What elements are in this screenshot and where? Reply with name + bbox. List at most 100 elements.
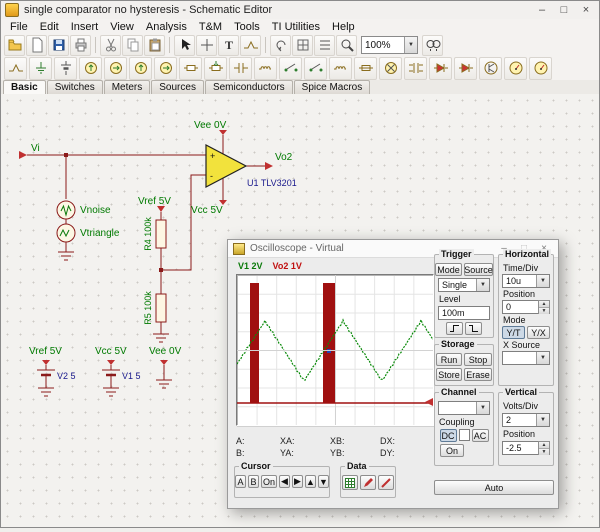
spin-up-icon[interactable]: ▲ [539,442,549,449]
trigger-mode-button[interactable]: Mode [435,263,462,276]
print-icon[interactable] [70,35,91,56]
erase-button[interactable]: Erase [464,368,492,381]
paste-icon[interactable] [144,35,165,56]
vo2-port[interactable]: Vo2 [265,152,293,170]
cursor-left-button[interactable]: ◀ [279,475,290,488]
channel-select[interactable]: ▼ [438,401,490,415]
menu-edit[interactable]: Edit [34,21,65,33]
run-button[interactable]: Run [436,353,462,366]
time-div-select[interactable]: 10u ▼ [502,274,550,288]
current-generator-icon[interactable] [154,57,177,80]
dropdown-arrow-icon[interactable]: ▼ [476,402,489,414]
r5-resistor[interactable]: R5 100k [143,291,166,325]
pushbutton-icon[interactable] [304,57,327,80]
voltage-source-icon[interactable] [79,57,102,80]
volts-div-select[interactable]: 2 ▼ [502,413,550,427]
vnoise-source[interactable]: Vnoise [57,201,111,219]
edit-data-button[interactable] [360,475,376,490]
text-icon[interactable]: T [218,35,239,56]
tab-spice-macros[interactable]: Spice Macros [294,80,371,94]
potentiometer-icon[interactable] [204,57,227,80]
oscilloscope-window[interactable]: Oscilloscope - Virtual – □ × V1 2V Vo2 1… [227,239,559,509]
menu-tools[interactable]: Tools [228,21,266,33]
diode-icon[interactable] [429,57,452,80]
save-icon[interactable] [48,35,69,56]
dropdown-arrow-icon[interactable]: ▼ [476,279,489,291]
export-data-button[interactable] [342,475,358,490]
menu-analysis[interactable]: Analysis [140,21,193,33]
vcc-rail[interactable]: Vcc 5V V1 5 [95,346,141,396]
relay-icon[interactable] [329,57,352,80]
cursor-a-button[interactable]: A [235,475,246,488]
copy-icon[interactable] [122,35,143,56]
menu-tm[interactable]: T&M [193,21,228,33]
cut-icon[interactable] [100,35,121,56]
voltmeter-icon[interactable] [504,57,527,80]
auto-button[interactable]: Auto [434,480,554,495]
vref-port[interactable]: Vref 5V [138,196,171,212]
divider-ground[interactable] [153,334,169,342]
ground-icon[interactable] [29,57,52,80]
yx-mode-button[interactable]: Y/X [527,326,550,339]
menu-insert[interactable]: Insert [65,21,105,33]
dropdown-arrow-icon[interactable]: ▼ [404,37,417,53]
scope-screen[interactable] [236,274,434,426]
stop-button[interactable]: Stop [464,353,492,366]
tab-basic[interactable]: Basic [3,80,46,94]
resistor-icon[interactable] [179,57,202,80]
menu-file[interactable]: File [4,21,34,33]
spin-down-icon[interactable]: ▼ [539,308,549,314]
find-icon[interactable] [422,35,443,56]
title-bar[interactable]: single comparator no hysteresis - Schema… [1,1,599,20]
vee-port[interactable]: Vee 0V [194,120,227,135]
source-ground[interactable] [58,252,74,260]
minimize-button[interactable]: – [535,4,549,16]
vref-rail[interactable]: Vref 5V V2 5 [29,346,76,396]
dropdown-arrow-icon[interactable]: ▼ [536,352,549,364]
coupling-dc-button[interactable]: DC [440,429,457,442]
battery-icon[interactable] [54,57,77,80]
clear-data-button[interactable] [378,475,394,490]
vtriangle-source[interactable]: Vtriangle [57,224,120,242]
menu-view[interactable]: View [104,21,140,33]
yt-mode-button[interactable]: Y/T [502,326,525,339]
switch-icon[interactable] [279,57,302,80]
channel-on-button[interactable]: On [440,444,464,457]
close-button[interactable]: × [579,4,593,16]
trigger-level-input[interactable]: 100m [438,306,490,320]
x-source-select[interactable]: ▼ [502,351,550,365]
vee-rail[interactable]: Vee 0V [149,346,182,388]
horizontal-position-input[interactable]: 0 ▲ ▼ [502,300,550,314]
vertical-position-input[interactable]: -2.5 ▲ ▼ [502,441,550,455]
vi-port[interactable]: Vi [19,143,40,159]
fuse-icon[interactable] [354,57,377,80]
list-icon[interactable] [314,35,335,56]
inductor-icon[interactable] [254,57,277,80]
transformer-icon[interactable] [404,57,427,80]
store-button[interactable]: Store [436,368,462,381]
cursor-on-button[interactable]: On [261,475,277,488]
menu-ti-utilities[interactable]: TI Utilities [266,21,326,33]
pointer-icon[interactable] [174,35,195,56]
wire-tool-icon[interactable] [4,57,27,80]
transistor-icon[interactable] [479,57,502,80]
tab-switches[interactable]: Switches [47,80,103,94]
menu-help[interactable]: Help [326,21,361,33]
voltage-generator-icon[interactable] [129,57,152,80]
tab-sources[interactable]: Sources [151,80,204,94]
current-source-icon[interactable] [104,57,127,80]
vcc-port[interactable]: Vcc 5V [191,200,227,216]
spin-down-icon[interactable]: ▼ [539,449,549,455]
zoom-select[interactable]: 100% ▼ [361,36,418,54]
cursor-up-button[interactable]: ▲ [305,475,316,488]
tab-semiconductors[interactable]: Semiconductors [205,80,293,94]
led-icon[interactable] [454,57,477,80]
trigger-mode-select[interactable]: Single ▼ [438,278,490,292]
r4-resistor[interactable]: R4 100k [143,217,166,251]
wire-icon[interactable] [240,35,261,56]
spin-up-icon[interactable]: ▲ [539,301,549,308]
grid-icon[interactable] [292,35,313,56]
rising-edge-button[interactable] [446,322,463,335]
rotate-icon[interactable] [270,35,291,56]
crosshair-icon[interactable] [196,35,217,56]
